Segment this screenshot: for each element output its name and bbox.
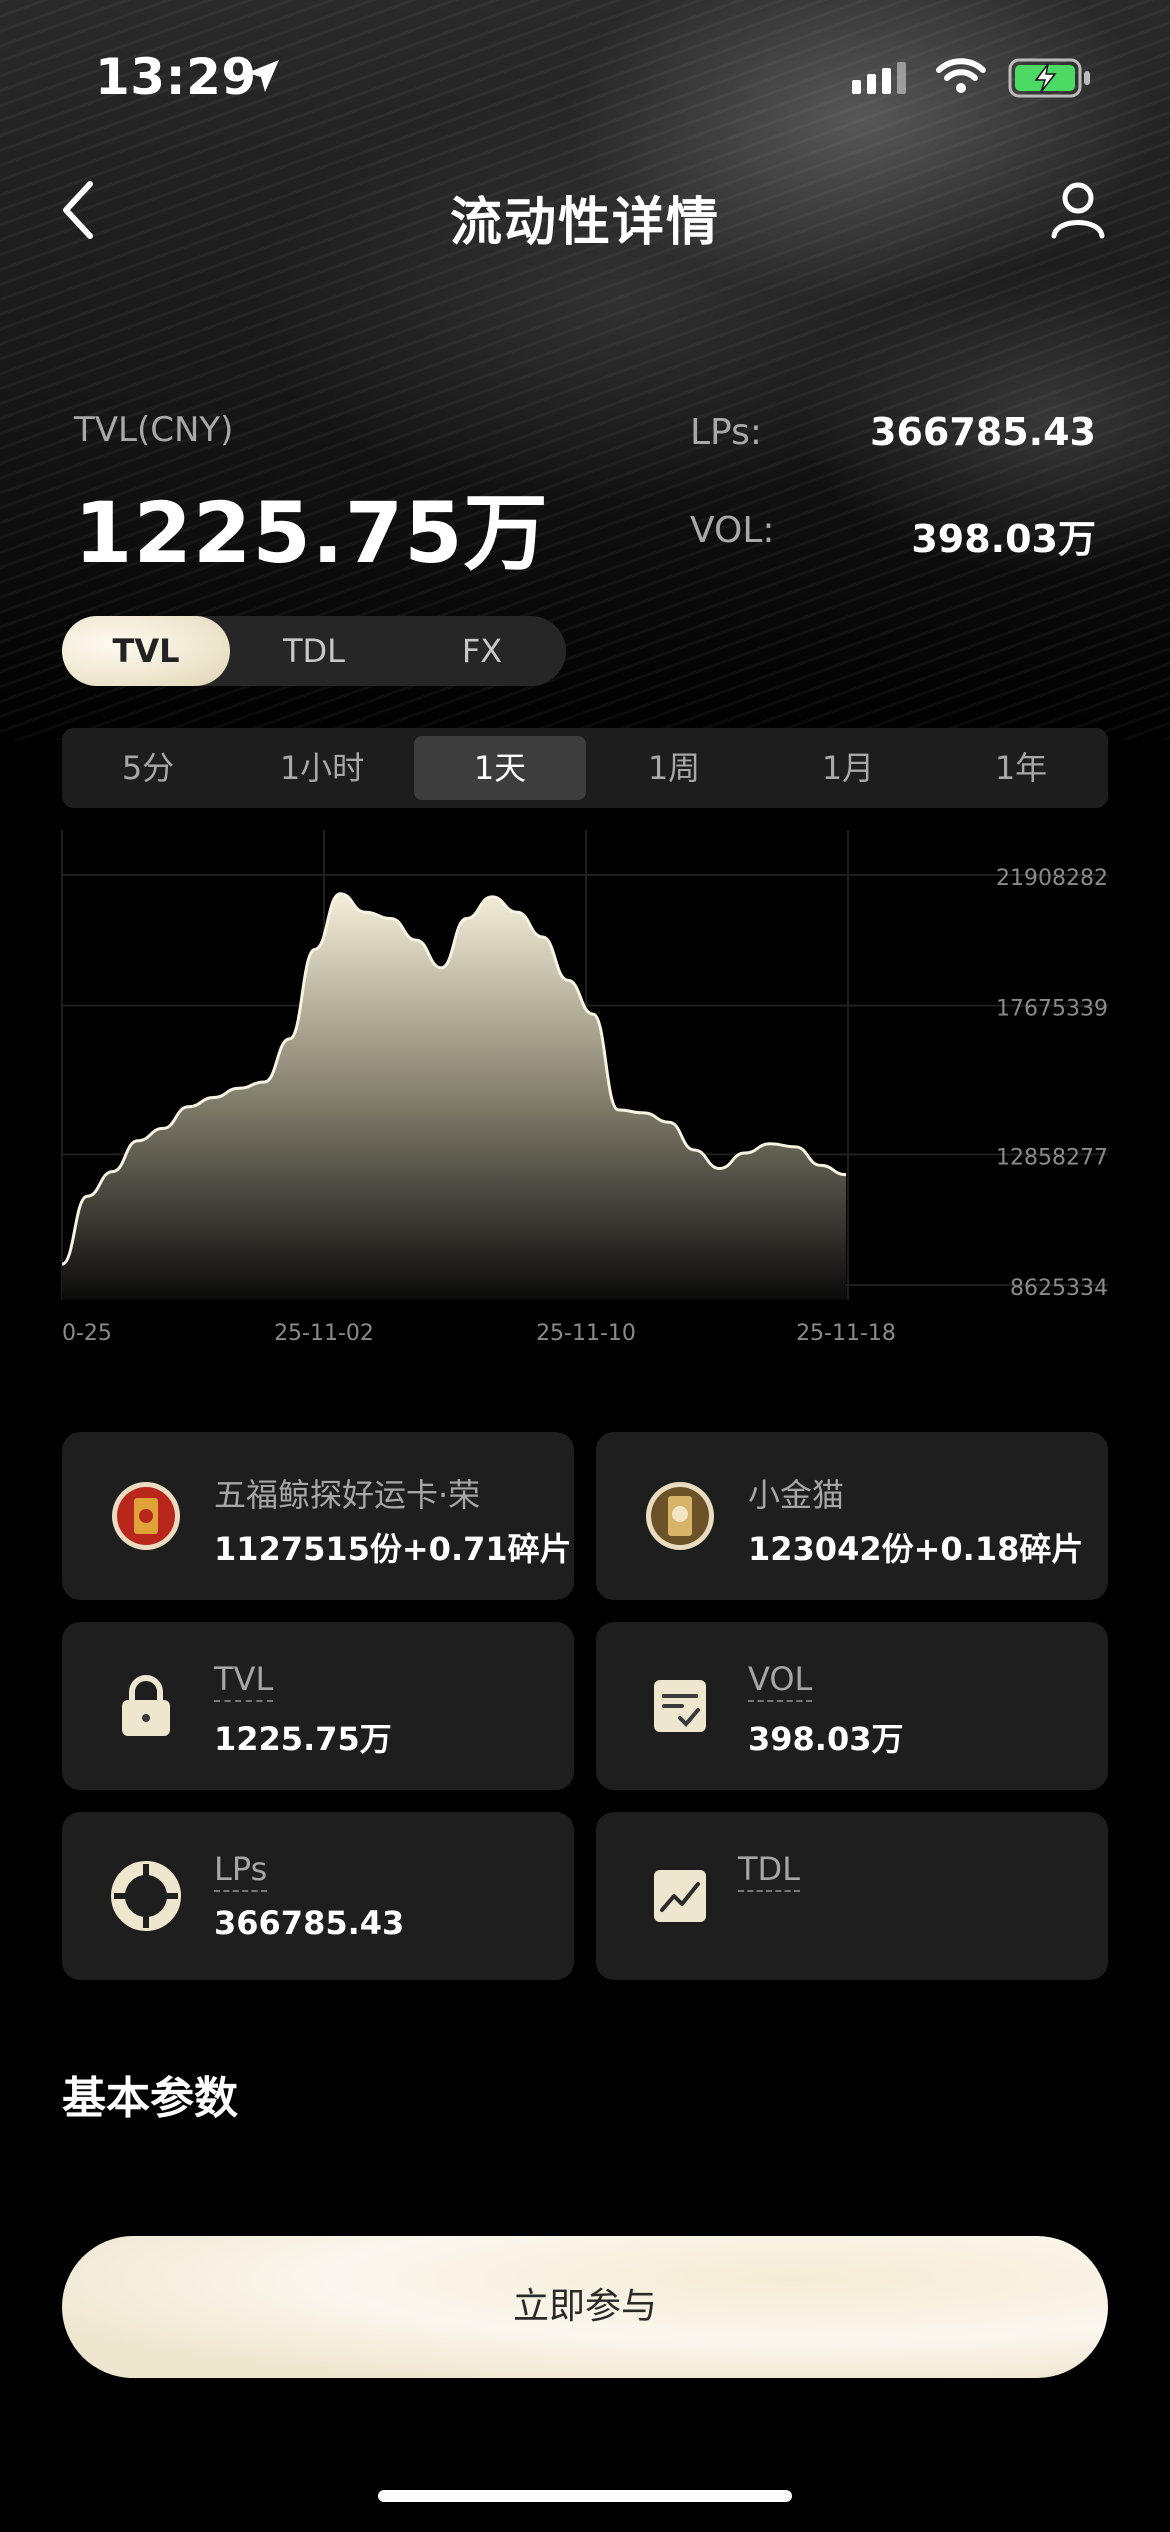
card-gold-cat[interactable]: 小金猫 123042份+0.18碎片 xyxy=(596,1432,1108,1600)
card-title: VOL xyxy=(748,1660,813,1702)
home-indicator xyxy=(378,2490,792,2502)
tvl-area-chart[interactable]: 21908282 17675339 12858277 8625334 0-25 25-1… xyxy=(0,820,1170,1360)
metric-tab-group: TVL TDL FX xyxy=(62,616,566,686)
range-tab-5min[interactable]: 5分 xyxy=(68,736,228,800)
tab-fx[interactable]: FX xyxy=(398,616,566,686)
tab-tvl[interactable]: TVL xyxy=(62,616,230,686)
card-title: 五福鲸探好运卡·荣 xyxy=(214,1476,481,1514)
lock-icon xyxy=(122,1675,170,1736)
card-tdl[interactable]: TDL xyxy=(596,1812,1108,1980)
section-title: 基本参数 xyxy=(62,2073,238,2124)
page-title: 流动性详情 xyxy=(449,193,720,253)
x-tick-label: 25-11-18 xyxy=(796,1321,896,1346)
lps-value: 366785.43 xyxy=(870,410,1096,454)
location-arrow-icon xyxy=(243,56,283,100)
status-time: 13:29 xyxy=(95,48,257,106)
card-value: 1225.75万 xyxy=(214,1720,392,1758)
profile-button[interactable] xyxy=(1050,180,1106,244)
card-title: TDL xyxy=(738,1850,801,1892)
cellular-signal-icon xyxy=(852,62,906,94)
checklist-icon xyxy=(654,1680,706,1732)
card-title: TVL xyxy=(214,1660,274,1702)
card-title: 小金猫 xyxy=(748,1476,845,1514)
x-tick-label: 25-11-10 xyxy=(536,1321,636,1346)
range-tab-1day[interactable]: 1天 xyxy=(414,736,586,800)
card-lucky-card[interactable]: 五福鲸探好运卡·荣 1127515份+0.71碎片 xyxy=(62,1432,574,1600)
vol-value: 398.03万 xyxy=(911,517,1096,561)
chart-x-axis: 0-25 25-11-02 25-11-10 25-11-18 xyxy=(62,1321,896,1346)
x-tick-label: 0-25 xyxy=(62,1321,112,1346)
card-value: 1127515份+0.71碎片 xyxy=(214,1530,572,1568)
tvl-value: 1225.75万 xyxy=(74,484,549,582)
time-range-tabs: 5分 1小时 1天 1周 1月 1年 xyxy=(62,728,1108,808)
tvl-label: TVL(CNY) xyxy=(74,410,234,450)
gold-cat-icon xyxy=(646,1482,714,1550)
card-value: 398.03万 xyxy=(748,1720,904,1758)
lps-label: LPs: xyxy=(690,412,763,453)
y-tick-label: 17675339 xyxy=(996,997,1108,1022)
range-tab-1month[interactable]: 1月 xyxy=(768,736,928,800)
trend-chart-icon xyxy=(654,1870,706,1922)
y-tick-label: 12858277 xyxy=(996,1145,1108,1170)
range-tab-1hour[interactable]: 1小时 xyxy=(242,736,402,800)
tab-tdl[interactable]: TDL xyxy=(230,616,398,686)
lifebuoy-icon xyxy=(111,1861,181,1931)
x-tick-label: 25-11-02 xyxy=(274,1321,374,1346)
range-tab-1week[interactable]: 1周 xyxy=(594,736,754,800)
chart-area-series xyxy=(62,893,846,1300)
y-tick-label: 8625334 xyxy=(1010,1276,1108,1301)
wifi-icon xyxy=(935,56,987,100)
card-vol[interactable]: VOL 398.03万 xyxy=(596,1622,1108,1790)
chart-y-axis: 21908282 17675339 12858277 8625334 xyxy=(996,866,1108,1301)
card-lps[interactable]: LPs 366785.43 xyxy=(62,1812,574,1980)
y-tick-label: 21908282 xyxy=(996,866,1108,891)
user-icon xyxy=(1051,182,1105,239)
card-value: 366785.43 xyxy=(214,1904,405,1942)
card-tvl[interactable]: TVL 1225.75万 xyxy=(62,1622,574,1790)
join-now-button[interactable]: 立即参与 xyxy=(62,2236,1108,2378)
card-value: 123042份+0.18碎片 xyxy=(748,1530,1084,1568)
range-tab-1year[interactable]: 1年 xyxy=(940,736,1102,800)
red-card-icon xyxy=(112,1482,180,1550)
vol-label: VOL: xyxy=(690,510,775,551)
battery-charging-icon xyxy=(1008,58,1092,102)
card-title: LPs xyxy=(214,1850,268,1892)
